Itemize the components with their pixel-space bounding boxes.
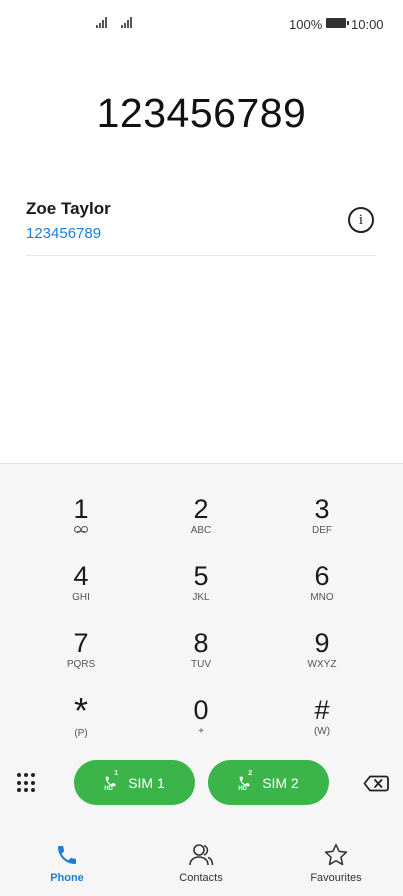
- key-letters: MNO: [310, 592, 334, 603]
- key-digit: #: [314, 695, 330, 725]
- key-digit: 7: [73, 628, 89, 658]
- tab-contacts[interactable]: Contacts: [151, 842, 251, 884]
- star-icon: [324, 843, 348, 866]
- key-0[interactable]: 0 +: [151, 695, 251, 755]
- key-digit: 8: [193, 628, 209, 658]
- key-5[interactable]: 5 JKL: [151, 561, 251, 621]
- call-sim2-button[interactable]: 2 HD SIM 2: [208, 760, 329, 805]
- battery-icon: [326, 18, 349, 28]
- signal-sim1-icon: [96, 16, 107, 28]
- contacts-icon: [189, 844, 214, 866]
- key-letters: ABC: [190, 525, 212, 536]
- key-digit: 0: [193, 695, 209, 725]
- tab-label: Phone: [50, 872, 84, 884]
- backspace-icon[interactable]: [363, 775, 389, 792]
- dialed-number[interactable]: 123456789: [0, 90, 403, 137]
- key-hash[interactable]: # (W): [272, 695, 372, 755]
- bottom-tab-bar: Phone Contacts Favourites: [0, 834, 403, 896]
- key-digit: 3: [314, 494, 330, 524]
- signal-sim2-icon: [121, 16, 132, 28]
- tab-phone[interactable]: Phone: [17, 842, 117, 884]
- tab-label: Contacts: [179, 872, 223, 884]
- key-3[interactable]: 3 DEF: [272, 494, 372, 554]
- key-star[interactable]: * (P): [31, 690, 131, 755]
- key-digit: 6: [314, 561, 330, 591]
- phone-sim1-icon: 1 HD: [104, 769, 119, 792]
- key-digit: 4: [73, 561, 89, 591]
- key-6[interactable]: 6 MNO: [272, 561, 372, 621]
- contact-suggestion[interactable]: Zoe Taylor 123456789 i: [26, 196, 376, 256]
- key-letters: (P): [74, 728, 88, 739]
- key-4[interactable]: 4 GHI: [31, 561, 131, 621]
- key-letters: DEF: [312, 525, 332, 536]
- call-sim1-button[interactable]: 1 HD SIM 1: [74, 760, 195, 805]
- key-8[interactable]: 8 TUV: [151, 628, 251, 688]
- battery-percentage: 100%: [289, 17, 323, 32]
- sim2-label: SIM 2: [262, 774, 299, 791]
- key-letters: TUV: [191, 659, 211, 670]
- key-letters: PQRS: [66, 659, 96, 670]
- key-digit: 2: [193, 494, 209, 524]
- phone-sim2-icon: 2 HD: [238, 769, 253, 792]
- key-9[interactable]: 9 WXYZ: [272, 628, 372, 688]
- tab-label: Favourites: [310, 872, 362, 884]
- key-digit: 5: [193, 561, 209, 591]
- key-1[interactable]: 1: [31, 494, 131, 554]
- contact-name: Zoe Taylor: [26, 199, 111, 218]
- key-digit: *: [73, 690, 88, 731]
- key-digit: 9: [314, 628, 330, 658]
- key-letters: GHI: [72, 592, 90, 603]
- key-letters: WXYZ: [307, 659, 337, 670]
- info-icon[interactable]: i: [348, 207, 374, 233]
- keypad-toggle-icon[interactable]: [17, 773, 37, 793]
- key-letters: +: [198, 726, 204, 737]
- tab-favourites[interactable]: Favourites: [286, 842, 386, 884]
- phone-icon: [58, 846, 76, 864]
- status-bar: 100% 10:00: [0, 0, 403, 48]
- status-time: 10:00: [351, 17, 384, 32]
- key-2[interactable]: 2 ABC: [151, 494, 251, 554]
- key-digit: 1: [73, 494, 89, 524]
- voicemail-icon: [73, 525, 89, 533]
- key-7[interactable]: 7 PQRS: [31, 628, 131, 688]
- sim1-label: SIM 1: [128, 774, 165, 791]
- key-letters: JKL: [192, 592, 210, 603]
- contact-number: 123456789: [26, 225, 102, 242]
- key-letters: (W): [313, 726, 331, 737]
